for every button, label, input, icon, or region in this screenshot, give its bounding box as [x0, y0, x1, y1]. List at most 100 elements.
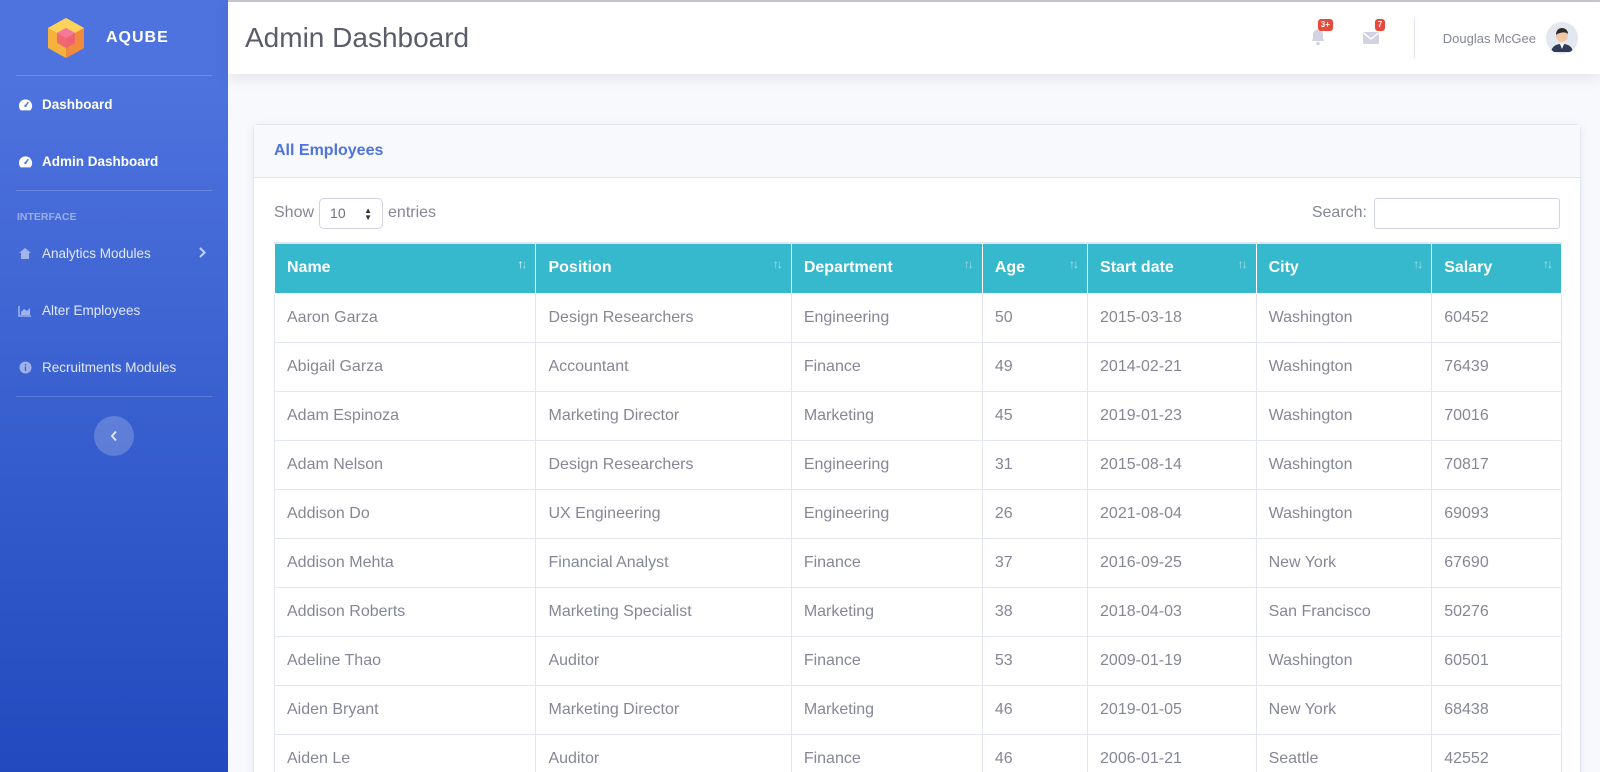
sidebar-item-label: Admin Dashboard: [42, 154, 159, 169]
sidebar: AQUBE Dashboard Admin Dashboard INTERFAC…: [0, 0, 228, 772]
sort-icon: ↑↓: [517, 257, 527, 271]
cell-position: Marketing Specialist: [535, 586, 792, 637]
cell-position: Auditor: [535, 635, 792, 686]
column-header-city[interactable]: City ↑↓: [1255, 242, 1433, 294]
cell-name: Addison Roberts: [273, 586, 537, 637]
sidebar-item-admin-dashboard[interactable]: Admin Dashboard: [0, 133, 228, 190]
cell-department: Marketing: [790, 684, 983, 735]
sidebar-heading: INTERFACE: [17, 211, 77, 223]
cell-age: 53: [981, 635, 1089, 686]
cell-age: 38: [981, 586, 1089, 637]
cell-city: New York: [1255, 537, 1433, 588]
cell-city: Washington: [1255, 341, 1433, 392]
table-row[interactable]: Addison Do UX Engineering Engineering 26…: [273, 488, 1562, 539]
cell-department: Engineering: [790, 488, 983, 539]
cell-position: Financial Analyst: [535, 537, 792, 588]
cell-age: 31: [981, 439, 1089, 490]
cell-position: Design Researchers: [535, 292, 792, 343]
employees-table: Name ↑↓ Position ↑↓ Department ↑↓ Age ↑↓ Sta…: [273, 242, 1562, 772]
table-row[interactable]: Adam Nelson Design Researchers Engineeri…: [273, 439, 1562, 490]
sort-icon: ↑↓: [1543, 257, 1553, 271]
cell-salary: 76439: [1431, 341, 1562, 392]
brand-name: AQUBE: [106, 28, 169, 46]
cell-department: Finance: [790, 733, 983, 772]
cell-start-date: 2015-08-14: [1087, 439, 1257, 490]
cell-age: 45: [981, 390, 1089, 441]
cell-salary: 42552: [1431, 733, 1562, 772]
cell-city: Seattle: [1255, 733, 1433, 772]
column-header-start-date[interactable]: Start date ↑↓: [1087, 242, 1257, 294]
cell-name: Aaron Garza: [273, 292, 537, 343]
alerts-badge: 3+: [1317, 19, 1333, 31]
sidebar-item-recruitments-modules[interactable]: Recruitments Modules: [0, 339, 228, 396]
cell-start-date: 2015-03-18: [1087, 292, 1257, 343]
cell-position: Marketing Director: [535, 390, 792, 441]
brand[interactable]: AQUBE: [0, 0, 228, 75]
cell-department: Finance: [790, 635, 983, 686]
topbar-divider: [1413, 18, 1415, 58]
cell-position: Accountant: [535, 341, 792, 392]
alerts-button[interactable]: 3+: [1310, 19, 1333, 48]
cell-start-date: 2018-04-03: [1087, 586, 1257, 637]
cell-city: Washington: [1255, 390, 1433, 441]
cell-department: Engineering: [790, 439, 983, 490]
search-label: Search:: [1311, 204, 1367, 221]
sidebar-item-alter-employees[interactable]: Alter Employees: [0, 282, 228, 339]
cell-age: 46: [981, 733, 1089, 772]
entries-length-select[interactable]: 10 ▲ ▼: [319, 197, 384, 229]
select-arrows-icon: ▲ ▼: [364, 205, 373, 222]
cell-city: Washington: [1255, 488, 1433, 539]
cell-city: Washington: [1255, 292, 1433, 343]
cell-name: Adeline Thao: [273, 635, 537, 686]
user-name[interactable]: Douglas McGee: [1443, 31, 1536, 46]
page-title: Admin Dashboard: [245, 22, 470, 53]
table-row[interactable]: Addison Mehta Financial Analyst Finance …: [273, 537, 1562, 588]
cell-salary: 50276: [1431, 586, 1562, 637]
table-row[interactable]: Aaron Garza Design Researchers Engineeri…: [273, 292, 1562, 343]
table-row[interactable]: Addison Roberts Marketing Specialist Mar…: [273, 586, 1562, 637]
messages-badge: 7: [1374, 19, 1386, 31]
table-row[interactable]: Abigail Garza Accountant Finance 49 2014…: [273, 341, 1562, 392]
cell-age: 49: [981, 341, 1089, 392]
messages-button[interactable]: 7: [1362, 19, 1386, 48]
table-controls: Show 10 ▲ ▼ entries Search:: [274, 197, 1560, 229]
search-input[interactable]: [1374, 197, 1560, 229]
cell-salary: 67690: [1431, 537, 1562, 588]
table-row[interactable]: Adam Espinoza Marketing Director Marketi…: [273, 390, 1562, 441]
sidebar-item-label: Recruitments Modules: [42, 360, 177, 375]
cell-start-date: 2019-01-05: [1087, 684, 1257, 735]
table-row[interactable]: Aiden Bryant Marketing Director Marketin…: [273, 684, 1562, 735]
cell-department: Marketing: [790, 390, 983, 441]
card-header: All Employees: [254, 125, 1580, 178]
cell-start-date: 2014-02-21: [1087, 341, 1257, 392]
sidebar-item-analytics-modules[interactable]: Analytics Modules: [0, 225, 228, 282]
column-header-name[interactable]: Name ↑↓: [273, 242, 537, 294]
house-icon: [17, 247, 33, 261]
chevron-left-icon: [110, 430, 117, 442]
cell-salary: 70817: [1431, 439, 1562, 490]
sidebar-toggle-button[interactable]: [94, 416, 134, 456]
avatar[interactable]: [1546, 22, 1578, 54]
cell-city: Washington: [1255, 635, 1433, 686]
cell-name: Aiden Bryant: [273, 684, 537, 735]
cell-name: Addison Mehta: [273, 537, 537, 588]
cell-name: Adam Espinoza: [273, 390, 537, 441]
cell-age: 37: [981, 537, 1089, 588]
cell-name: Addison Do: [273, 488, 537, 539]
column-header-department[interactable]: Department ↑↓: [790, 242, 983, 294]
sidebar-item-dashboard[interactable]: Dashboard: [0, 76, 228, 133]
column-header-age[interactable]: Age ↑↓: [981, 242, 1089, 294]
column-header-position[interactable]: Position ↑↓: [535, 242, 792, 294]
cell-start-date: 2016-09-25: [1087, 537, 1257, 588]
table-row[interactable]: Adeline Thao Auditor Finance 53 2009-01-…: [273, 635, 1562, 686]
area-chart-icon: [17, 304, 33, 318]
cell-city: San Francisco: [1255, 586, 1433, 637]
table-row[interactable]: Aiden Le Auditor Finance 46 2006-01-21 S…: [273, 733, 1562, 772]
column-header-salary[interactable]: Salary ↑↓: [1431, 242, 1562, 294]
cell-name: Abigail Garza: [273, 341, 537, 392]
cell-salary: 68438: [1431, 684, 1562, 735]
cell-department: Finance: [790, 537, 983, 588]
cell-position: Marketing Director: [535, 684, 792, 735]
cell-salary: 60501: [1431, 635, 1562, 686]
cell-age: 46: [981, 684, 1089, 735]
